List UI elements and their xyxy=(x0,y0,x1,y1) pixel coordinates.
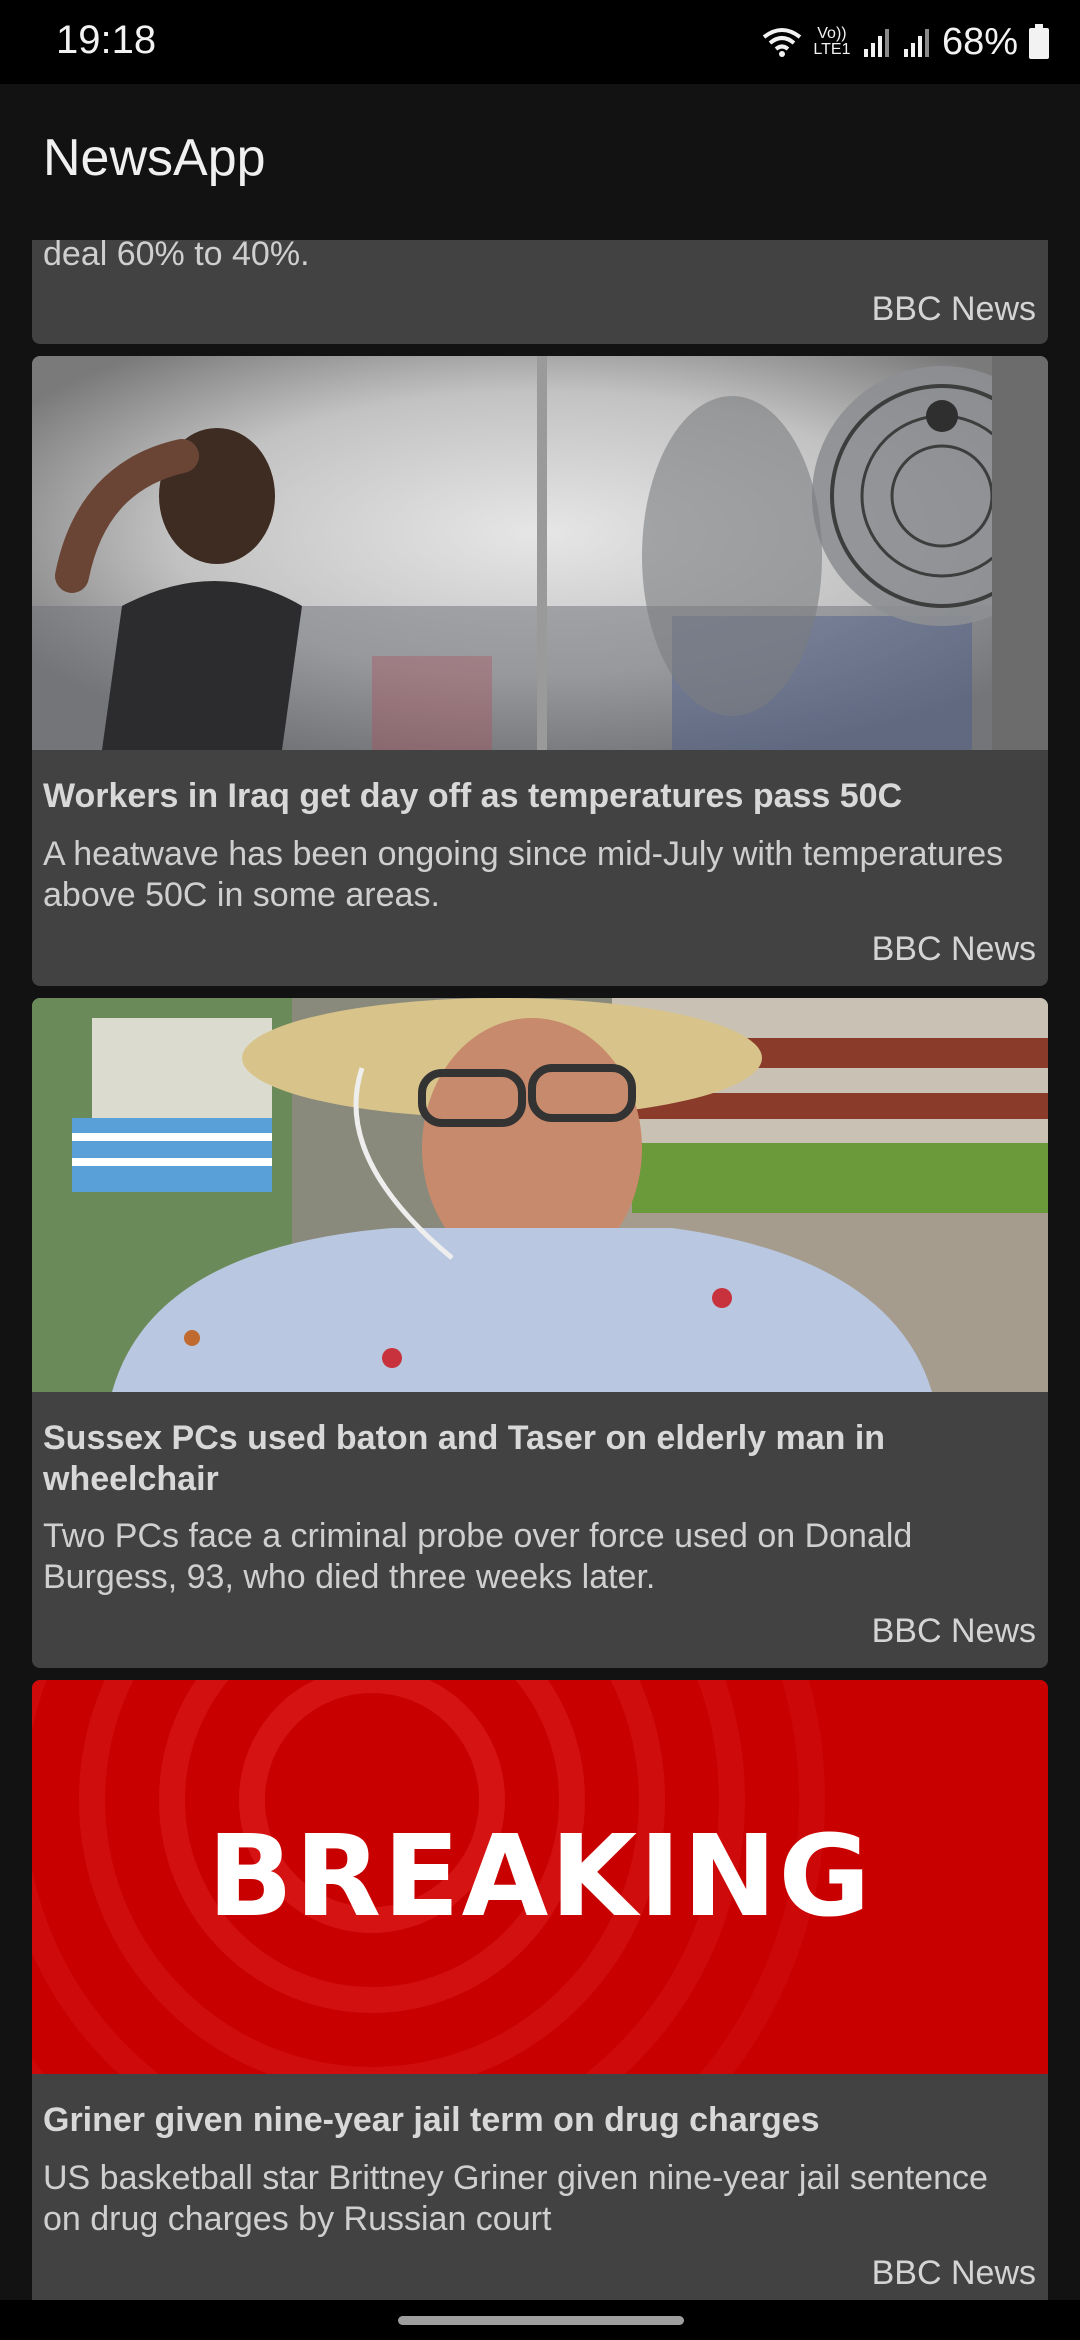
battery-icon xyxy=(1028,24,1050,60)
article-description: deal 60% to 40%. xyxy=(43,240,310,273)
app-title: NewsApp xyxy=(43,129,266,187)
volte-icon: Vo)) LTE1 xyxy=(813,25,851,58)
article-headline: Workers in Iraq get day off as temperatu… xyxy=(43,777,903,815)
navigation-bar xyxy=(0,2300,1080,2340)
wifi-icon xyxy=(762,25,802,59)
signal-icon xyxy=(862,25,892,59)
article-image xyxy=(32,356,1048,750)
home-gesture-handle[interactable] xyxy=(398,2316,684,2325)
article-image xyxy=(32,998,1048,1392)
app-bar: NewsApp xyxy=(0,84,1080,240)
article-source: BBC News xyxy=(871,930,1036,968)
breaking-banner-text: BREAKING xyxy=(207,1812,873,1942)
status-icons: Vo)) LTE1 68% xyxy=(762,18,1050,66)
article-card[interactable]: Sussex PCs used baton and Taser on elder… xyxy=(32,998,1048,1668)
signal-icon xyxy=(902,25,932,59)
article-source: BBC News xyxy=(871,2254,1036,2292)
article-headline: Sussex PCs used baton and Taser on elder… xyxy=(43,1419,886,1498)
news-feed[interactable]: deal 60% to 40%. BBC News Workers in Ira… xyxy=(0,240,1080,2300)
article-image: BREAKING xyxy=(32,1680,1048,2074)
article-card[interactable]: deal 60% to 40%. BBC News xyxy=(32,240,1048,344)
article-description: Two PCs face a criminal probe over force… xyxy=(43,1517,913,1596)
status-time: 19:18 xyxy=(56,18,157,62)
article-description: A heatwave has been ongoing since mid-Ju… xyxy=(43,835,1004,914)
article-source: BBC News xyxy=(871,1612,1036,1650)
article-headline: Griner given nine-year jail term on drug… xyxy=(43,2101,820,2139)
battery-percent: 68% xyxy=(941,20,1018,63)
article-card[interactable]: Workers in Iraq get day off as temperatu… xyxy=(32,356,1048,986)
article-source: BBC News xyxy=(871,290,1036,328)
status-bar: 19:18 Vo)) LTE1 68% xyxy=(0,0,1080,84)
article-card[interactable]: BREAKING Griner given nine-year jail ter… xyxy=(32,1680,1048,2300)
article-description: US basketball star Brittney Griner given… xyxy=(43,2159,988,2238)
